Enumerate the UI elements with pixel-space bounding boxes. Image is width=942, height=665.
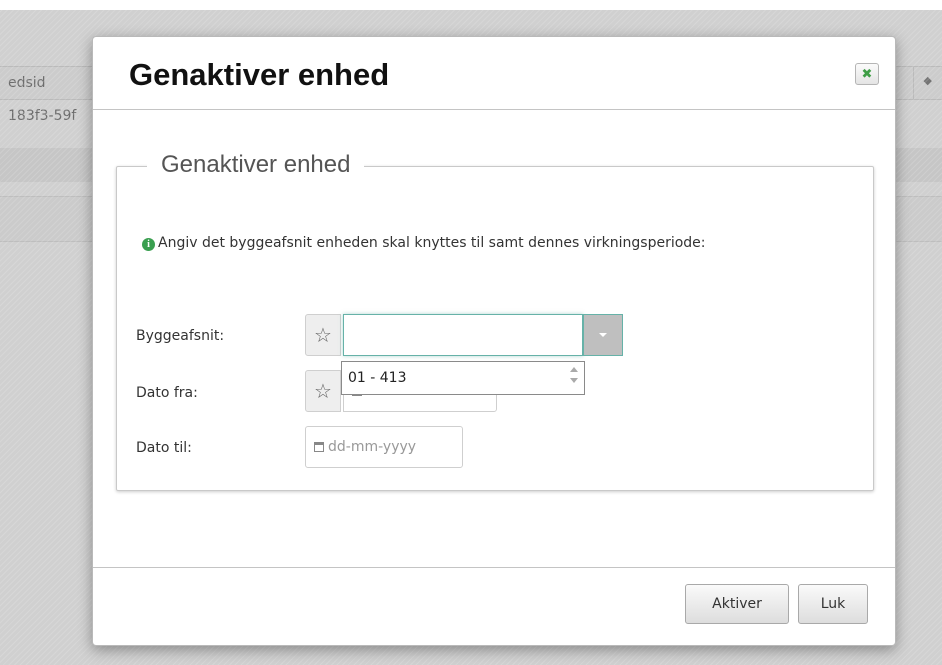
- byggeafsnit-input[interactable]: [343, 314, 583, 356]
- info-message: i Angiv det byggeafsnit enheden skal knyt…: [142, 231, 742, 256]
- top-strip: [0, 0, 942, 10]
- star-icon: ☆: [314, 323, 332, 347]
- chevron-down-icon: [599, 333, 607, 337]
- byggeafsnit-option[interactable]: 01 - 413: [348, 370, 407, 386]
- header-divider: [93, 109, 895, 110]
- byggeafsnit-option-list[interactable]: 01 - 413: [341, 361, 585, 395]
- info-icon: i: [142, 238, 155, 251]
- close-button[interactable]: ✖: [855, 63, 879, 85]
- aktiver-button[interactable]: Aktiver: [685, 584, 789, 624]
- chevron-up-icon[interactable]: [570, 367, 578, 372]
- dialog-title: Genaktiver enhed: [129, 57, 390, 92]
- luk-button[interactable]: Luk: [798, 584, 868, 624]
- star-icon: ☆: [314, 379, 332, 403]
- byggeafsnit-dropdown-button[interactable]: [583, 314, 623, 356]
- spinner-arrows[interactable]: [570, 367, 578, 383]
- form-panel: Genaktiver enhed i Angiv det byggeafsnit …: [116, 151, 874, 491]
- dato-fra-label: Dato fra:: [136, 385, 198, 401]
- chevron-down-icon[interactable]: [570, 378, 578, 383]
- dato-til-placeholder: dd-mm-yyyy: [328, 439, 417, 455]
- dato-fra-favorite-button[interactable]: ☆: [305, 370, 341, 412]
- footer-divider: [93, 567, 895, 568]
- panel-legend: Genaktiver enhed: [147, 151, 365, 179]
- byggeafsnit-favorite-button[interactable]: ☆: [305, 314, 341, 356]
- info-text: Angiv det byggeafsnit enheden skal knytt…: [158, 235, 706, 251]
- byggeafsnit-label: Byggeafsnit:: [136, 328, 225, 344]
- close-icon: ✖: [861, 66, 873, 82]
- reactivate-dialog: Genaktiver enhed ✖ Genaktiver enhed i Ang…: [92, 36, 896, 646]
- dato-til-label: Dato til:: [136, 440, 192, 456]
- calendar-icon: [314, 442, 324, 452]
- dato-til-input[interactable]: dd-mm-yyyy: [305, 426, 463, 468]
